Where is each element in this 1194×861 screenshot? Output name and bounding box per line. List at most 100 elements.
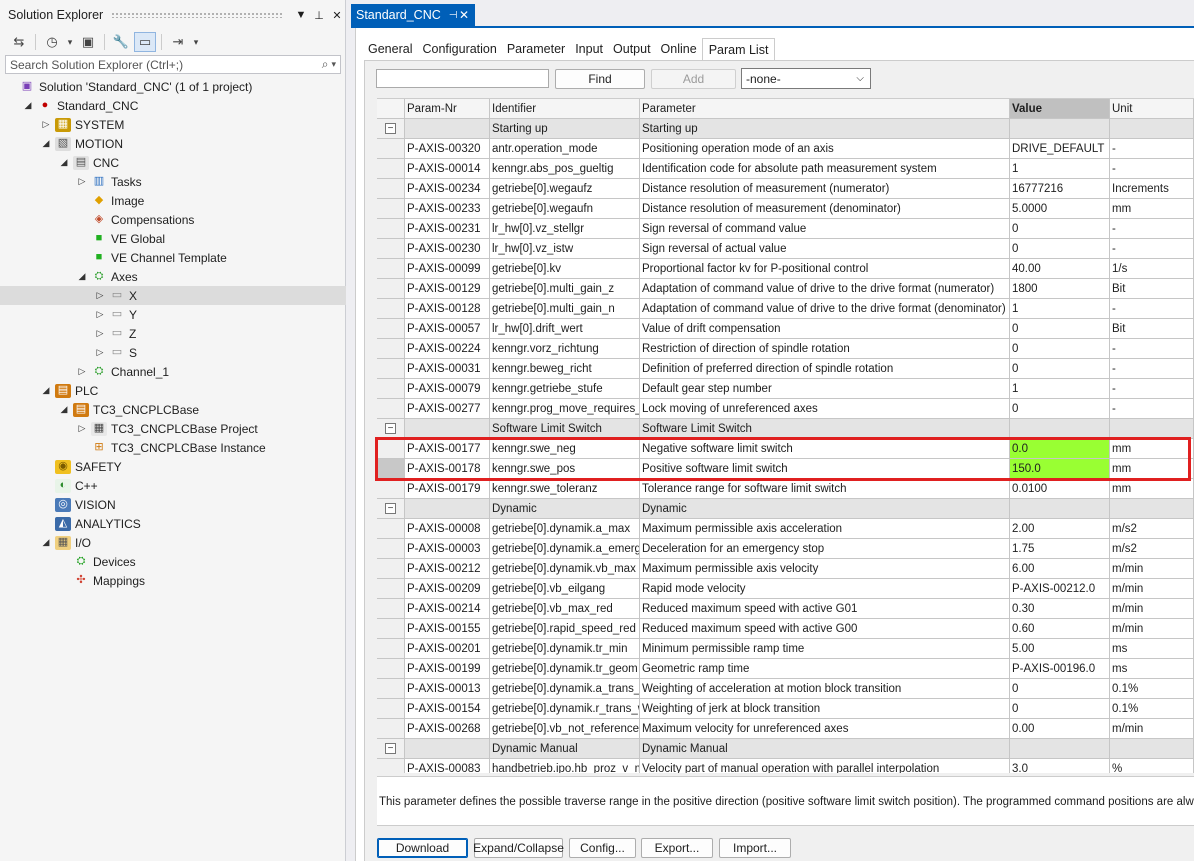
tab-pin-icon[interactable]: ⊣ — [449, 10, 458, 21]
table-row[interactable]: P-AXIS-00129 getriebe[0].multi_gain_z Adap… — [377, 279, 1194, 299]
table-row[interactable]: P-AXIS-00277kenngr.prog_move_requires_ho… — [377, 399, 1194, 419]
drag-grip[interactable] — [111, 12, 284, 18]
row-header[interactable] — [377, 199, 405, 219]
table-row[interactable]: P-AXIS-00199 getriebe[0].dynamik.tr_geom G… — [377, 659, 1194, 679]
row-header[interactable] — [377, 639, 405, 659]
row-header[interactable] — [377, 359, 405, 379]
cell-value[interactable]: 6.00 — [1010, 559, 1110, 579]
row-header[interactable]: − — [377, 739, 405, 759]
table-row[interactable]: P-AXIS-00079 kenngr.getriebe_stufe Default… — [377, 379, 1194, 399]
row-header[interactable] — [377, 579, 405, 599]
row-header[interactable] — [377, 519, 405, 539]
group-row[interactable]: − Software Limit Switch Software Limit Swi… — [377, 419, 1194, 439]
tree-node[interactable]: ◢ ● Standard_CNC — [0, 96, 346, 115]
tree-node[interactable]: ■ VE Global — [0, 229, 346, 248]
row-header[interactable] — [377, 239, 405, 259]
table-row[interactable]: P-AXIS-00231 lr_hw[0].vz_stellgr Sign reve… — [377, 219, 1194, 239]
cell-value[interactable]: 0.00 — [1010, 719, 1110, 739]
group-filter-select[interactable]: -none- ⌵ — [741, 68, 871, 89]
cell-value[interactable]: 0.60 — [1010, 619, 1110, 639]
solution-explorer-search-box[interactable]: Search Solution Explorer (Ctrl+;) ⌕ ▾ — [5, 55, 341, 74]
column-header-parameter[interactable]: Parameter — [640, 99, 1010, 119]
tree-node[interactable]: ◈ Compensations — [0, 210, 346, 229]
cell-value[interactable]: 1800 — [1010, 279, 1110, 299]
tab-online[interactable]: Online — [656, 38, 702, 60]
tree-node[interactable]: ▷ ▥ Tasks — [0, 172, 346, 191]
collapse-group-icon[interactable]: − — [385, 123, 396, 134]
tab-param-list[interactable]: Param List — [701, 38, 776, 60]
cell-value[interactable]: 1 — [1010, 159, 1110, 179]
collapsed-arrow-icon[interactable]: ▷ — [40, 119, 52, 130]
row-header[interactable] — [377, 539, 405, 559]
row-header[interactable] — [377, 439, 405, 459]
search-icon[interactable]: ⌕ — [322, 57, 329, 72]
row-header[interactable] — [377, 619, 405, 639]
cell-value[interactable]: 5.0000 — [1010, 199, 1110, 219]
pending-changes-icon[interactable]: ◷ — [41, 32, 63, 52]
row-header[interactable]: − — [377, 419, 405, 439]
dropdown-arrow-icon[interactable]: ▾ — [191, 32, 201, 52]
cell-value[interactable]: DRIVE_DEFAULT — [1010, 139, 1110, 159]
row-header[interactable] — [377, 759, 405, 773]
cell-value[interactable]: 0.30 — [1010, 599, 1110, 619]
cell-value[interactable]: 0 — [1010, 219, 1110, 239]
row-header[interactable] — [377, 279, 405, 299]
pin-icon[interactable]: ⊥ — [310, 9, 328, 22]
tree-node[interactable]: ◢ ▦ I/O — [0, 533, 346, 552]
cell-value[interactable]: 2.00 — [1010, 519, 1110, 539]
cell-value[interactable]: 0 — [1010, 679, 1110, 699]
tree-node[interactable]: ◢ ⛭ Axes — [0, 267, 346, 286]
cell-value[interactable]: P-AXIS-00196.0 — [1010, 659, 1110, 679]
table-row[interactable]: P-AXIS-00003getriebe[0].dynamik.a_emerge… — [377, 539, 1194, 559]
window-position-dropdown-icon[interactable]: ▼ — [292, 9, 310, 21]
column-header-value[interactable]: Value — [1010, 99, 1110, 119]
dropdown-arrow-icon[interactable]: ▾ — [65, 32, 75, 52]
table-row[interactable]: P-AXIS-00224 kenngr.vorz_richtung Restrict… — [377, 339, 1194, 359]
tree-node[interactable]: ⛭ Devices — [0, 552, 346, 571]
tree-node[interactable]: ▷ ▭ X — [0, 286, 346, 305]
tree-node[interactable]: ◢ ▤ CNC — [0, 153, 346, 172]
collapse-all-icon[interactable]: ▣ — [77, 32, 99, 52]
tree-node[interactable]: ⊞ TC3_CNCPLCBase Instance — [0, 438, 346, 457]
tree-node[interactable]: ▣ Solution 'Standard_CNC' (1 of 1 project… — [0, 77, 346, 96]
expanded-arrow-icon[interactable]: ◢ — [40, 537, 52, 548]
table-row[interactable]: P-AXIS-00177 kenngr.swe_neg Negative softw… — [377, 439, 1194, 459]
cell-value[interactable]: 16777216 — [1010, 179, 1110, 199]
row-header[interactable] — [377, 719, 405, 739]
cell-value[interactable]: 1 — [1010, 379, 1110, 399]
row-header[interactable] — [377, 379, 405, 399]
tab-output[interactable]: Output — [608, 38, 656, 60]
table-row[interactable]: P-AXIS-00031 kenngr.beweg_richt Definition… — [377, 359, 1194, 379]
table-row[interactable]: P-AXIS-00014 kenngr.abs_pos_gueltig Identi… — [377, 159, 1194, 179]
table-row[interactable]: P-AXIS-00099 getriebe[0].kv Proportional f… — [377, 259, 1194, 279]
cell-value[interactable]: 5.00 — [1010, 639, 1110, 659]
row-header[interactable] — [377, 339, 405, 359]
row-header[interactable] — [377, 679, 405, 699]
cell-value[interactable]: 0 — [1010, 399, 1110, 419]
table-row[interactable]: P-AXIS-00013 getriebe[0].dynamik.a_trans_… — [377, 679, 1194, 699]
tree-node[interactable]: ◢ ▤ TC3_CNCPLCBase — [0, 400, 346, 419]
preview-selected-icon[interactable]: ▭ — [134, 32, 156, 52]
expanded-arrow-icon[interactable]: ◢ — [40, 138, 52, 149]
tree-node[interactable]: ▷ ⛭ Channel_1 — [0, 362, 346, 381]
collapse-group-icon[interactable]: − — [385, 743, 396, 754]
tab-configuration[interactable]: Configuration — [417, 38, 501, 60]
properties-wrench-icon[interactable]: 🔧 — [110, 32, 132, 52]
expanded-arrow-icon[interactable]: ◢ — [58, 404, 70, 415]
cell-value[interactable]: 0.0 — [1010, 439, 1110, 459]
tree-node[interactable]: ▷ ▭ Z — [0, 324, 346, 343]
collapsed-arrow-icon[interactable]: ▷ — [76, 366, 88, 377]
cell-value[interactable]: 0 — [1010, 359, 1110, 379]
row-header[interactable] — [377, 179, 405, 199]
table-row[interactable]: P-AXIS-00178 kenngr.swe_pos Positive softw… — [377, 459, 1194, 479]
tree-node[interactable]: ◎ VISION — [0, 495, 346, 514]
download-button[interactable]: Download — [377, 838, 468, 858]
tab-input[interactable]: Input — [570, 38, 608, 60]
table-row[interactable]: P-AXIS-00234 getriebe[0].wegaufz Distance … — [377, 179, 1194, 199]
row-header[interactable] — [377, 259, 405, 279]
collapse-group-icon[interactable]: − — [385, 503, 396, 514]
tab-close-icon[interactable]: ✕ — [459, 8, 469, 22]
import-button[interactable]: Import... — [719, 838, 791, 858]
table-row[interactable]: P-AXIS-00154 getriebe[0].dynamik.r_trans_… — [377, 699, 1194, 719]
switch-views-icon[interactable]: ⇆ — [8, 32, 30, 52]
